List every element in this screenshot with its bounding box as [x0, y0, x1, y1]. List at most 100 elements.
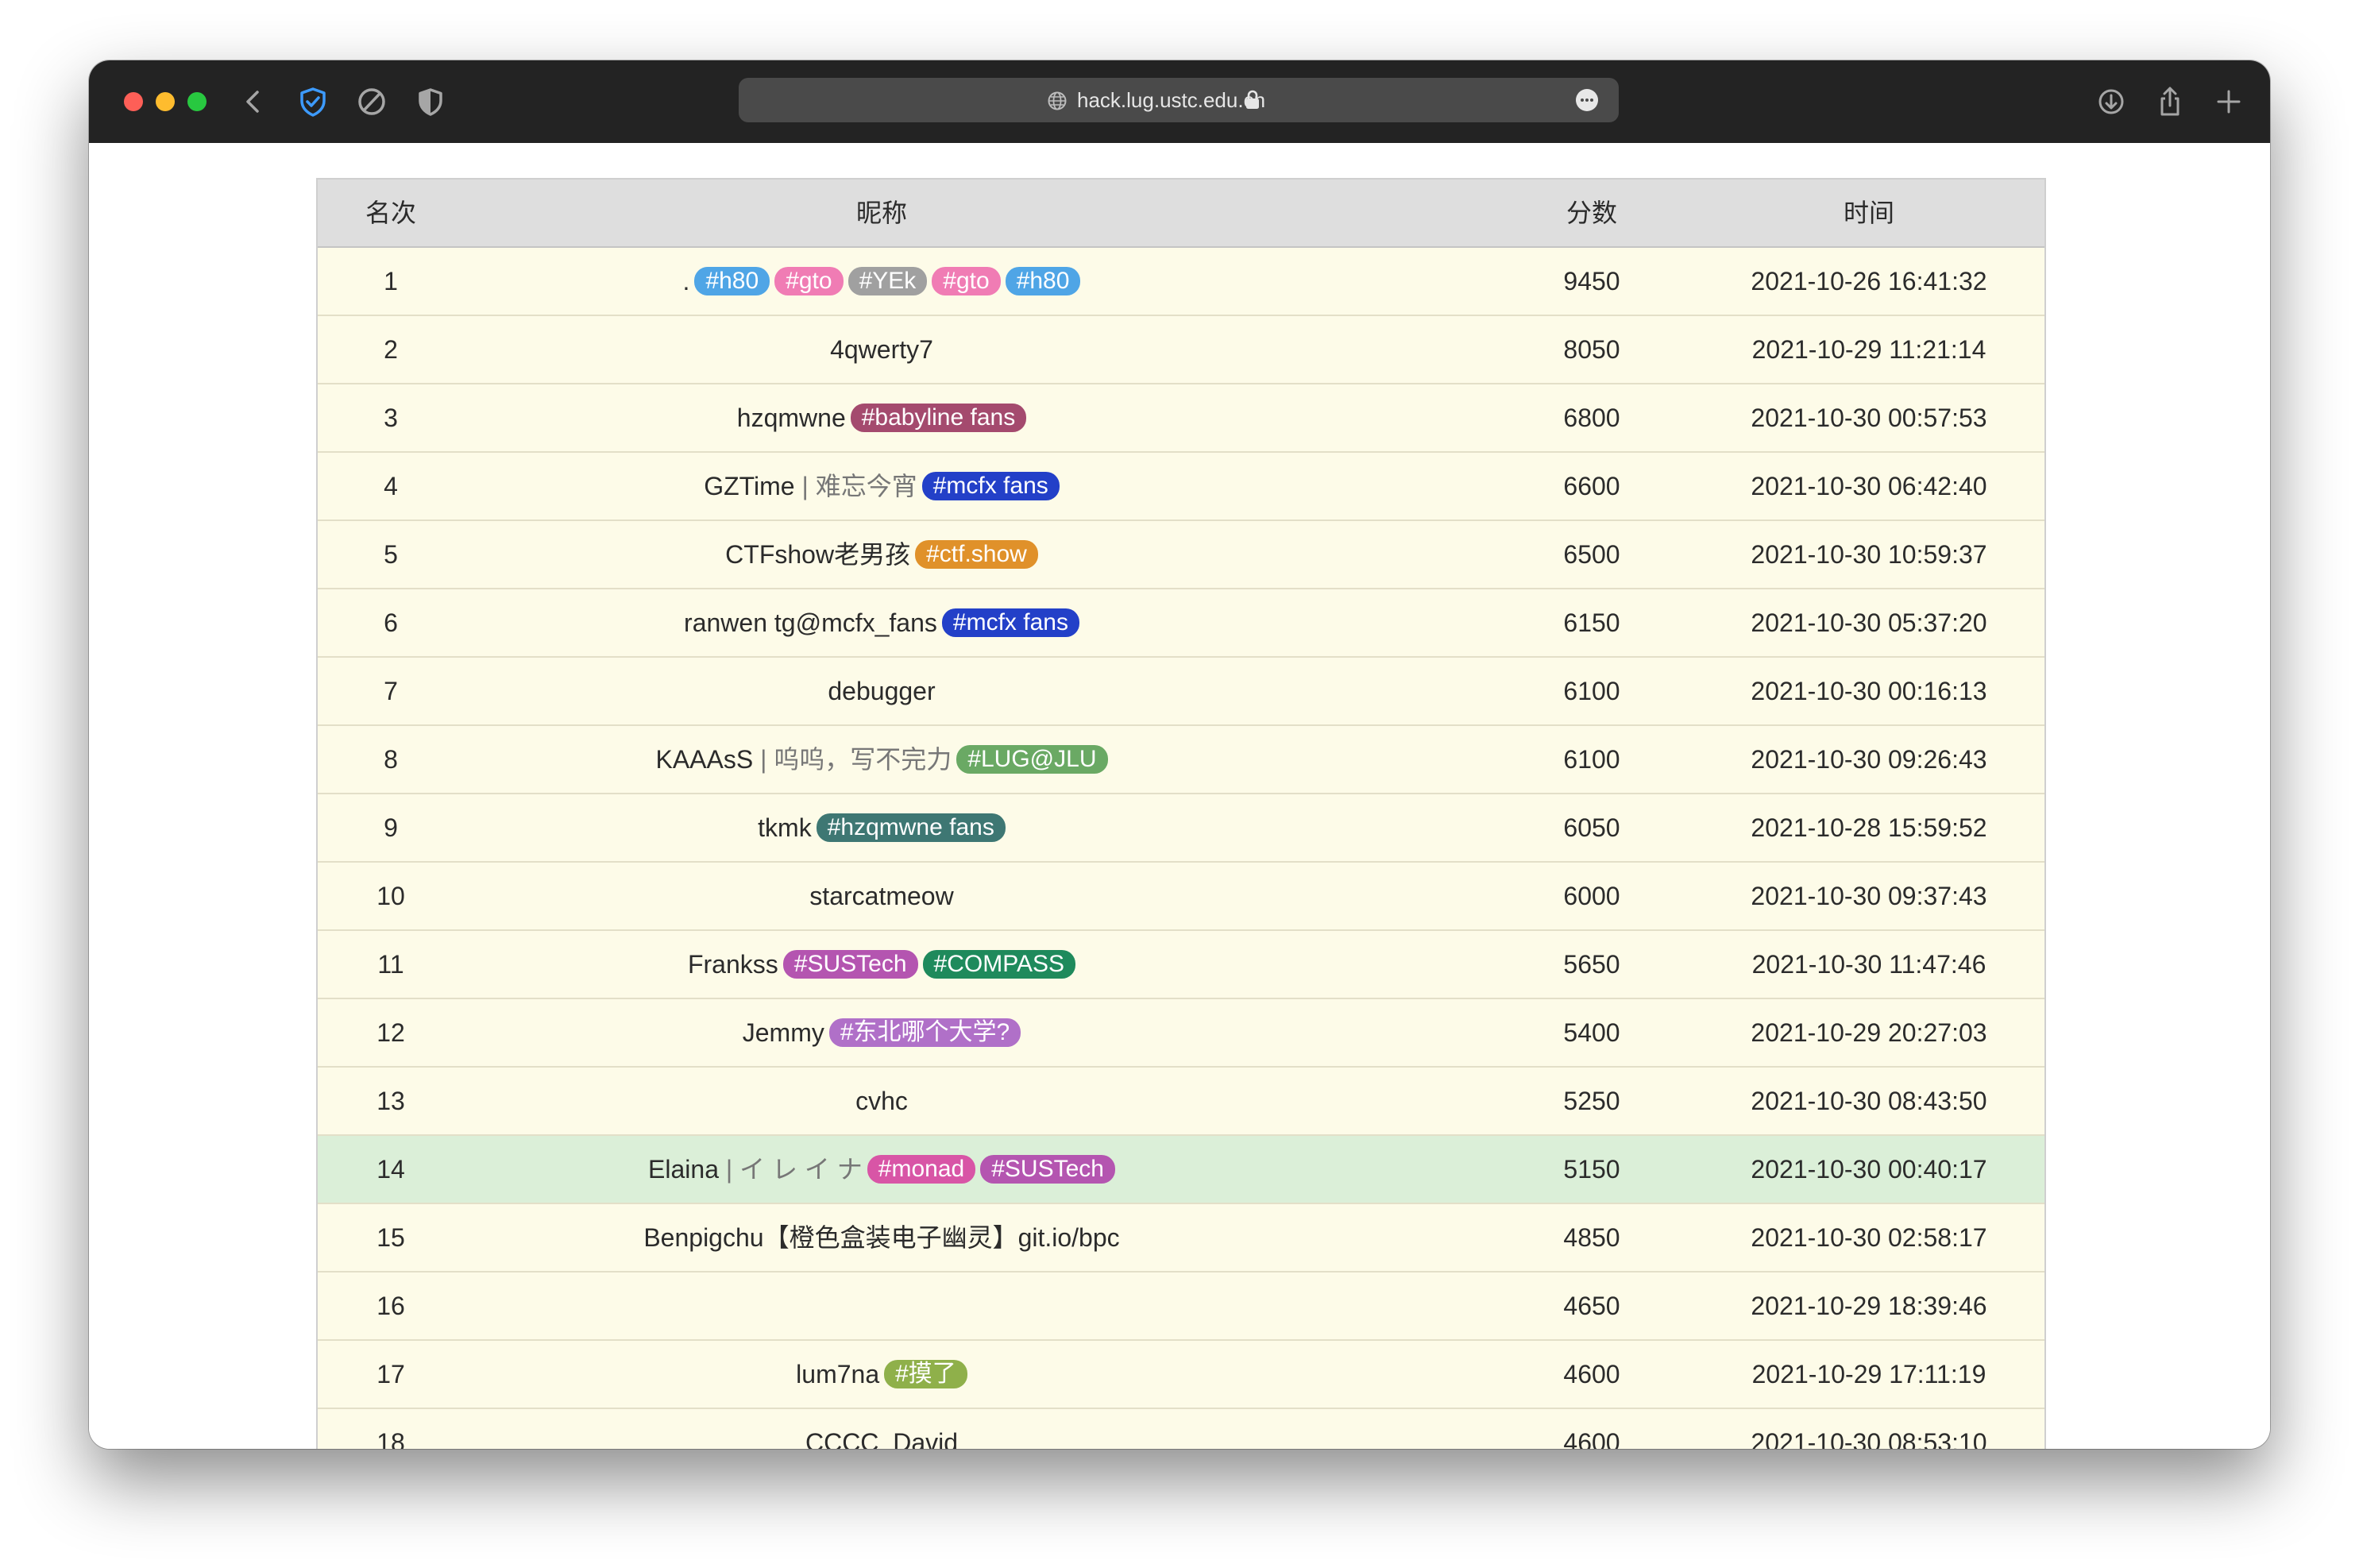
- shield-check-icon[interactable]: [295, 84, 330, 119]
- nickname-text: debugger: [828, 677, 936, 705]
- group-tag[interactable]: #h80: [694, 266, 770, 295]
- browser-toolbar: hack.lug.ustc.edu.cn: [89, 60, 2270, 143]
- header-score[interactable]: 分数: [1490, 180, 1693, 246]
- group-tag[interactable]: #东北哪个大学?: [828, 1018, 1021, 1047]
- nickname-text: cvhc: [855, 1087, 908, 1115]
- group-tag[interactable]: #摸了: [884, 1359, 967, 1388]
- nickname-cell: Jemmy #东北哪个大学?: [464, 999, 1299, 1066]
- group-tag[interactable]: #babyline fans: [850, 403, 1027, 432]
- table-row: 6 ranwen tg@mcfx_fans #mcfx fans 6150 2021-1…: [318, 589, 2044, 658]
- rank-cell: 11: [377, 950, 404, 979]
- table-row: 8 KAAAsS | 呜呜，写不完力 #LUG@JLU 6100 2021-10-30 …: [318, 726, 2044, 794]
- globe-icon: [1047, 91, 1068, 111]
- group-tag[interactable]: #COMPASS: [922, 949, 1076, 979]
- score-cell: 4600: [1563, 1428, 1620, 1449]
- rank-cell: 10: [376, 882, 405, 910]
- nickname-note: | イ レ イ ナ: [725, 1155, 863, 1184]
- nickname-text: CCCC_David: [805, 1428, 959, 1449]
- nickname-text: tkmk: [758, 813, 812, 842]
- group-tag[interactable]: #h80: [1005, 266, 1081, 295]
- rank-cell: 3: [384, 404, 398, 432]
- score-cell: 5400: [1563, 1018, 1620, 1047]
- score-cell: 6100: [1563, 677, 1620, 705]
- download-icon[interactable]: [2094, 84, 2129, 119]
- nickname-cell: tkmk #hzqmwne fans: [464, 794, 1299, 861]
- nickname-text: Jemmy: [742, 1018, 824, 1047]
- nickname-note: | 呜呜，写不完力: [760, 745, 952, 774]
- header-rank[interactable]: 名次: [318, 180, 464, 246]
- table-row: 7 debugger 6100 2021-10-30 00:16:13: [318, 658, 2044, 726]
- url-text: hack.lug.ustc.edu.cn: [1077, 88, 1266, 112]
- nickname-cell: 4qwerty7: [464, 316, 1299, 383]
- rank-cell: 15: [376, 1223, 405, 1252]
- nickname-text: GZTime: [704, 472, 795, 500]
- table-row: 12 Jemmy #东北哪个大学? 5400 2021-10-29 20:27:03: [318, 999, 2044, 1068]
- nickname-cell: CCCC_David: [464, 1409, 1299, 1449]
- group-tag[interactable]: #SUSTech: [980, 1154, 1115, 1184]
- minimize-window-button[interactable]: [156, 92, 175, 111]
- time-cell: 2021-10-30 00:40:17: [1751, 1155, 1987, 1184]
- nickname-cell: lum7na #摸了: [464, 1341, 1299, 1408]
- back-icon[interactable]: [237, 84, 272, 119]
- group-tag[interactable]: #LUG@JLU: [956, 744, 1108, 774]
- share-icon[interactable]: [2152, 84, 2187, 119]
- zoom-window-button[interactable]: [187, 92, 207, 111]
- rank-cell: 5: [384, 540, 398, 569]
- nickname-text: hzqmwne: [736, 404, 846, 432]
- group-tag[interactable]: #gto: [932, 266, 1001, 295]
- rank-cell: 7: [384, 677, 398, 705]
- blocked-icon[interactable]: [354, 84, 389, 119]
- close-window-button[interactable]: [124, 92, 143, 111]
- nickname-cell: ranwen tg@mcfx_fans #mcfx fans: [464, 589, 1299, 656]
- rank-cell: 14: [376, 1155, 405, 1184]
- group-tag[interactable]: #ctf.show: [915, 539, 1038, 569]
- score-cell: 5650: [1563, 950, 1620, 979]
- half-shield-icon[interactable]: [413, 84, 448, 119]
- nickname-note: | 难忘今宵: [801, 472, 917, 500]
- plus-icon[interactable]: [2211, 84, 2246, 119]
- group-tag[interactable]: #gto: [774, 266, 844, 295]
- table-row: 10 starcatmeow 6000 2021-10-30 09:37:43: [318, 863, 2044, 931]
- time-cell: 2021-10-30 06:42:40: [1751, 472, 1987, 500]
- nickname-text: lum7na: [796, 1360, 880, 1388]
- header-time[interactable]: 时间: [1693, 180, 2044, 246]
- rank-cell: 18: [376, 1428, 405, 1449]
- group-tag[interactable]: #hzqmwne fans: [816, 813, 1006, 842]
- rank-cell: 1: [384, 267, 398, 295]
- nickname-text: KAAAsS: [655, 745, 754, 774]
- rank-cell: 12: [376, 1018, 405, 1047]
- time-cell: 2021-10-30 00:16:13: [1751, 677, 1987, 705]
- rank-cell: 2: [384, 335, 398, 364]
- time-cell: 2021-10-29 18:39:46: [1751, 1292, 1987, 1320]
- nickname-text: CTFshow老男孩: [725, 540, 911, 569]
- address-bar[interactable]: hack.lug.ustc.edu.cn: [739, 78, 1619, 122]
- table-row: 4 GZTime | 难忘今宵 #mcfx fans 6600 2021-10-30 0…: [318, 453, 2044, 521]
- lock-icon: [1244, 89, 1261, 111]
- score-cell: 9450: [1563, 267, 1620, 295]
- nickname-cell: KAAAsS | 呜呜，写不完力 #LUG@JLU: [464, 726, 1299, 793]
- rank-cell: 17: [376, 1360, 405, 1388]
- table-row: 18 CCCC_David 4600 2021-10-30 08:53:10: [318, 1409, 2044, 1449]
- scoreboard-table: 名次 昵称 分数 时间 1. #h80 #gto #YEk #gto #h80 9450 20…: [316, 178, 2046, 1449]
- group-tag[interactable]: #monad: [867, 1154, 976, 1184]
- rank-cell: 8: [384, 745, 398, 774]
- score-cell: 5150: [1563, 1155, 1620, 1184]
- group-tag[interactable]: #mcfx fans: [941, 608, 1079, 637]
- nickname-cell: [464, 1273, 1299, 1339]
- nickname-cell: cvhc: [464, 1068, 1299, 1134]
- more-icon[interactable]: [1575, 88, 1599, 112]
- nickname-text: ranwen tg@mcfx_fans: [684, 608, 937, 637]
- score-cell: 6100: [1563, 745, 1620, 774]
- group-tag[interactable]: #SUSTech: [782, 949, 918, 979]
- time-cell: 2021-10-29 11:21:14: [1751, 335, 1986, 364]
- nickname-text: Elaina: [648, 1155, 719, 1184]
- time-cell: 2021-10-30 09:37:43: [1751, 882, 1987, 910]
- group-tag[interactable]: #mcfx fans: [921, 471, 1060, 500]
- nickname-cell: starcatmeow: [464, 863, 1299, 929]
- table-row: 3 hzqmwne #babyline fans 6800 2021-10-30 00:…: [318, 384, 2044, 453]
- score-cell: 4600: [1563, 1360, 1620, 1388]
- header-name[interactable]: 昵称: [464, 180, 1299, 246]
- score-cell: 4850: [1563, 1223, 1620, 1252]
- score-cell: 6050: [1563, 813, 1620, 842]
- group-tag[interactable]: #YEk: [847, 266, 928, 295]
